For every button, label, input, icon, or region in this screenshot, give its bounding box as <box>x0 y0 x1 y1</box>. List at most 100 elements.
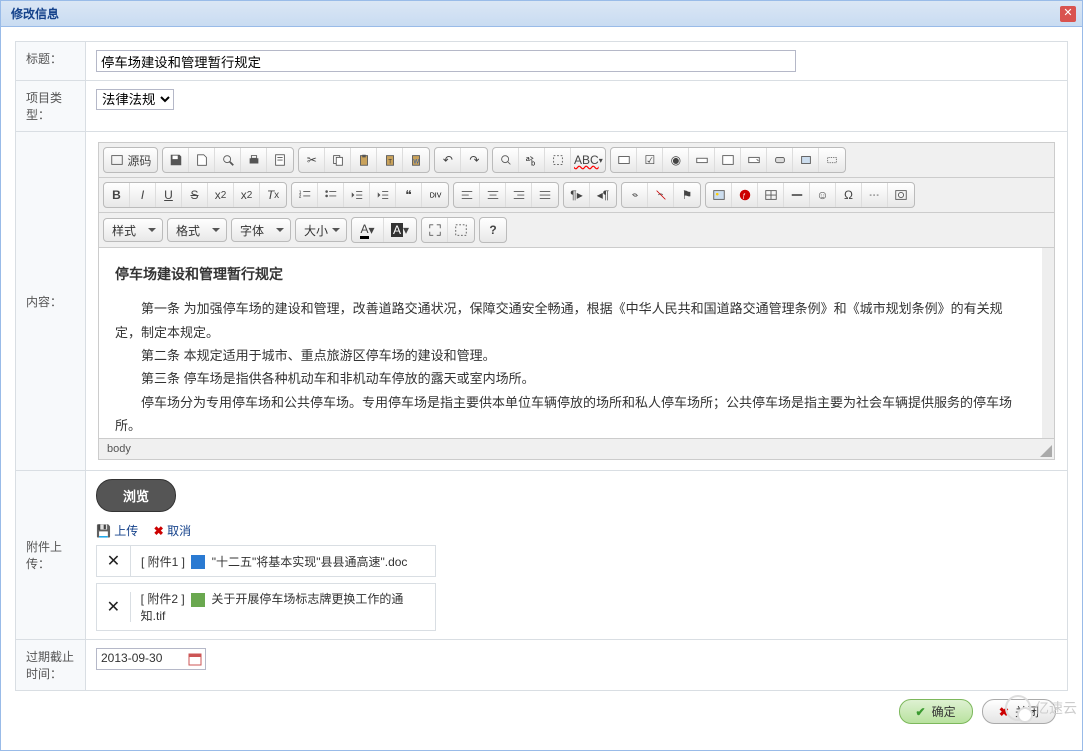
content-paragraph: 第一条 为加强停车场的建设和管理，改善道路交通状况，保障交通安全畅通，根据《中华… <box>115 297 1026 344</box>
anchor-icon[interactable]: ⚑ <box>674 183 700 207</box>
blockquote-icon[interactable]: ❝ <box>396 183 422 207</box>
attach-actions: 💾 上传 ✖ 取消 <box>96 522 1057 539</box>
find-icon[interactable] <box>493 148 519 172</box>
redo-icon[interactable]: ↷ <box>461 148 487 172</box>
delete-attachment-button[interactable]: ✕ <box>97 592 131 622</box>
undo-icon[interactable]: ↶ <box>435 148 461 172</box>
select-icon[interactable] <box>741 148 767 172</box>
content-paragraph: 停车场分为专用停车场和公共停车场。专用停车场是指主要供本单位车辆停放的场所和私人… <box>115 391 1026 438</box>
image-icon[interactable] <box>706 183 732 207</box>
align-left-icon[interactable] <box>454 183 480 207</box>
paste-text-icon[interactable]: T <box>377 148 403 172</box>
paste-word-icon[interactable]: W <box>403 148 429 172</box>
superscript-icon[interactable]: x2 <box>234 183 260 207</box>
radio-icon[interactable]: ◉ <box>663 148 689 172</box>
button-icon[interactable] <box>767 148 793 172</box>
creatediv-icon[interactable]: DIV <box>422 183 448 207</box>
resize-handle[interactable] <box>1040 445 1052 457</box>
italic-icon[interactable]: I <box>130 183 156 207</box>
svg-text:ƒ: ƒ <box>742 193 745 200</box>
smiley-icon[interactable]: ☺ <box>810 183 836 207</box>
svg-text:W: W <box>414 159 420 166</box>
bulletedlist-icon[interactable] <box>318 183 344 207</box>
paste-icon[interactable] <box>351 148 377 172</box>
unlink-icon[interactable] <box>648 183 674 207</box>
preview-icon[interactable] <box>215 148 241 172</box>
hr-icon[interactable] <box>784 183 810 207</box>
upload-link[interactable]: 💾 上传 <box>96 524 138 538</box>
checkbox-icon[interactable]: ☑ <box>637 148 663 172</box>
toolbar-row-3: 样式 格式 字体 大小 A▾ A▾ <box>99 213 1054 248</box>
print-icon[interactable] <box>241 148 267 172</box>
close-button[interactable]: ✕ <box>1060 6 1076 22</box>
underline-icon[interactable]: U <box>156 183 182 207</box>
spellcheck-icon[interactable]: ABC▾ <box>571 148 605 172</box>
indent-icon[interactable] <box>370 183 396 207</box>
textcolor-icon[interactable]: A▾ <box>352 218 384 242</box>
font-combo[interactable]: 字体 <box>231 218 291 242</box>
path-text[interactable]: body <box>107 443 131 455</box>
form-icon[interactable] <box>611 148 637 172</box>
cut-icon[interactable]: ✂ <box>299 148 325 172</box>
outdent-icon[interactable] <box>344 183 370 207</box>
source-button[interactable]: 源码 <box>104 148 157 172</box>
textarea-icon[interactable] <box>715 148 741 172</box>
dialog-window: 修改信息 ✕ 标题： 项目类型： 法律法规 内容： <box>0 0 1083 751</box>
svg-text:DIV: DIV <box>430 193 442 200</box>
attachment-row: ✕ [ 附件1 ] "十二五"将基本实现"县县通高速".doc <box>96 545 436 577</box>
removeformat-icon[interactable]: Tx <box>260 183 286 207</box>
rich-text-editor: 源码 ✂ <box>98 142 1055 460</box>
selectall-icon[interactable] <box>545 148 571 172</box>
date-input[interactable]: 2013-09-30 <box>96 648 206 670</box>
specialchar-icon[interactable]: Ω <box>836 183 862 207</box>
delete-attachment-button[interactable]: ✕ <box>97 546 131 576</box>
style-combo[interactable]: 样式 <box>103 218 163 242</box>
editor-body[interactable]: 停车场建设和管理暂行规定 第一条 为加强停车场的建设和管理，改善道路交通状况，保… <box>99 248 1054 438</box>
format-combo[interactable]: 格式 <box>167 218 227 242</box>
strike-icon[interactable]: S <box>182 183 208 207</box>
numberedlist-icon[interactable]: 12 <box>292 183 318 207</box>
subscript-icon[interactable]: x2 <box>208 183 234 207</box>
imagebutton-icon[interactable] <box>793 148 819 172</box>
save-icon[interactable] <box>163 148 189 172</box>
template-icon[interactable] <box>267 148 293 172</box>
newpage-icon[interactable] <box>189 148 215 172</box>
iframe-icon[interactable] <box>888 183 914 207</box>
bgcolor-icon[interactable]: A▾ <box>384 218 416 242</box>
check-icon: ✔ <box>916 705 926 719</box>
ok-button[interactable]: ✔ 确定 <box>899 699 973 724</box>
flash-icon[interactable]: ƒ <box>732 183 758 207</box>
hiddenfield-icon[interactable] <box>819 148 845 172</box>
align-justify-icon[interactable] <box>532 183 558 207</box>
attach-label: 附件上传： <box>16 471 86 640</box>
ltr-icon[interactable]: ¶▸ <box>564 183 590 207</box>
table-icon[interactable] <box>758 183 784 207</box>
rtl-icon[interactable]: ◂¶ <box>590 183 616 207</box>
toolbar-row-1: 源码 ✂ <box>99 143 1054 178</box>
disk-icon: 💾 <box>96 524 111 538</box>
watermark-icon <box>1005 695 1031 721</box>
replace-icon[interactable]: ab <box>519 148 545 172</box>
bold-icon[interactable]: B <box>104 183 130 207</box>
align-right-icon[interactable] <box>506 183 532 207</box>
cancel-upload-link[interactable]: ✖ 取消 <box>154 524 191 538</box>
svg-text:a: a <box>526 156 530 163</box>
calendar-icon[interactable] <box>188 652 202 666</box>
link-icon[interactable] <box>622 183 648 207</box>
type-select[interactable]: 法律法规 <box>96 89 174 110</box>
type-label: 项目类型： <box>16 81 86 132</box>
title-label: 标题： <box>16 42 86 81</box>
about-icon[interactable]: ? <box>480 218 506 242</box>
attachment-name: [ 附件1 ] "十二五"将基本实现"县县通高速".doc <box>131 547 417 576</box>
pagebreak-icon[interactable] <box>862 183 888 207</box>
size-combo[interactable]: 大小 <box>295 218 347 242</box>
align-center-icon[interactable] <box>480 183 506 207</box>
browse-button[interactable]: 浏览 <box>96 479 176 512</box>
showblocks-icon[interactable] <box>448 218 474 242</box>
attachment-name: [ 附件2 ] 关于开展停车场标志牌更换工作的通知.tif <box>131 584 435 630</box>
copy-icon[interactable] <box>325 148 351 172</box>
title-input[interactable] <box>96 50 796 72</box>
content-heading: 停车场建设和管理暂行规定 <box>115 262 1026 287</box>
maximize-icon[interactable] <box>422 218 448 242</box>
textfield-icon[interactable] <box>689 148 715 172</box>
